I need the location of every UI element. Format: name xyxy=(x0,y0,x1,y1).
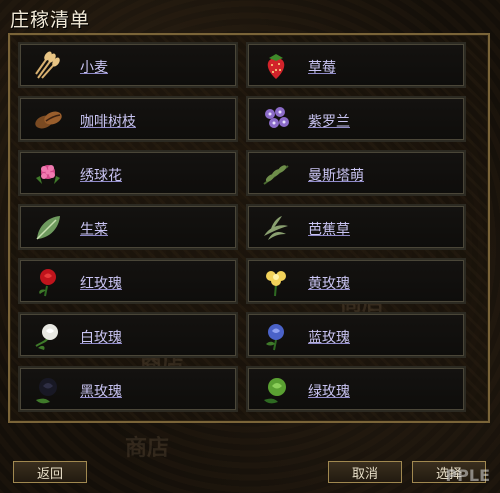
lettuce-leaf-icon xyxy=(36,216,60,240)
crop-item-white-rose[interactable]: 白玫瑰 xyxy=(18,312,238,358)
hydrangea-icon xyxy=(36,165,60,184)
crop-item-violet[interactable]: 紫罗兰 xyxy=(246,96,466,142)
watermark-text: 商店 xyxy=(125,436,170,461)
herb-sprig-icon xyxy=(263,165,289,185)
crop-item-black-rose[interactable]: 黑玫瑰 xyxy=(18,366,238,412)
white-rose-icon xyxy=(35,324,58,350)
crop-item-red-rose[interactable]: 红玫瑰 xyxy=(18,258,238,304)
crop-label: 绣球花 xyxy=(80,168,122,184)
crop-list-window: 庄稼清单 商店 商店 商店 商店 小麦 草莓 xyxy=(0,0,500,493)
crop-label: 黄玫瑰 xyxy=(308,276,350,292)
crop-label: 小麦 xyxy=(80,60,108,76)
crop-label: 红玫瑰 xyxy=(80,276,122,292)
site-logo: PPLE xyxy=(445,466,490,485)
window-title: 庄稼清单 xyxy=(10,9,91,31)
crop-label: 生菜 xyxy=(80,222,108,238)
crop-label: 蓝玫瑰 xyxy=(308,330,350,346)
crop-item-grass[interactable]: 芭蕉草 xyxy=(246,204,466,250)
wheat-icon xyxy=(35,51,60,79)
back-button[interactable]: 返回 xyxy=(13,461,87,483)
crop-label: 白玫瑰 xyxy=(80,330,122,346)
crop-label: 紫罗兰 xyxy=(308,114,350,130)
crop-item-lettuce[interactable]: 生菜 xyxy=(18,204,238,250)
crop-grid-panel: 商店 商店 商店 商店 小麦 草莓 xyxy=(8,33,490,461)
black-rose-icon xyxy=(36,378,57,404)
crop-label: 曼斯塔萌 xyxy=(308,168,364,184)
crop-label: 绿玫瑰 xyxy=(308,384,350,400)
crop-item-blue-rose[interactable]: 蓝玫瑰 xyxy=(246,312,466,358)
crop-label: 草莓 xyxy=(308,60,336,76)
red-rose-icon xyxy=(39,269,56,297)
crop-item-herb[interactable]: 曼斯塔萌 xyxy=(246,150,466,196)
crop-label: 芭蕉草 xyxy=(308,222,350,238)
green-rose-icon xyxy=(264,378,286,404)
yellow-rose-icon xyxy=(266,271,286,297)
cancel-button[interactable]: 取消 xyxy=(328,461,402,483)
crop-item-yellow-rose[interactable]: 黄玫瑰 xyxy=(246,258,466,304)
crop-item-wheat[interactable]: 小麦 xyxy=(18,42,238,88)
coffee-bean-icon xyxy=(35,111,62,129)
crop-item-strawberry[interactable]: 草莓 xyxy=(246,42,466,88)
crop-item-coffee[interactable]: 咖啡树枝 xyxy=(18,96,238,142)
strawberry-icon xyxy=(267,54,285,79)
crop-item-green-rose[interactable]: 绿玫瑰 xyxy=(246,366,466,412)
violet-icon xyxy=(265,107,289,128)
crop-label: 黑玫瑰 xyxy=(80,384,122,400)
crop-item-hydrangea[interactable]: 绣球花 xyxy=(18,150,238,196)
crop-label: 咖啡树枝 xyxy=(80,114,136,130)
blue-rose-icon xyxy=(266,324,284,351)
grass-icon xyxy=(264,216,288,240)
